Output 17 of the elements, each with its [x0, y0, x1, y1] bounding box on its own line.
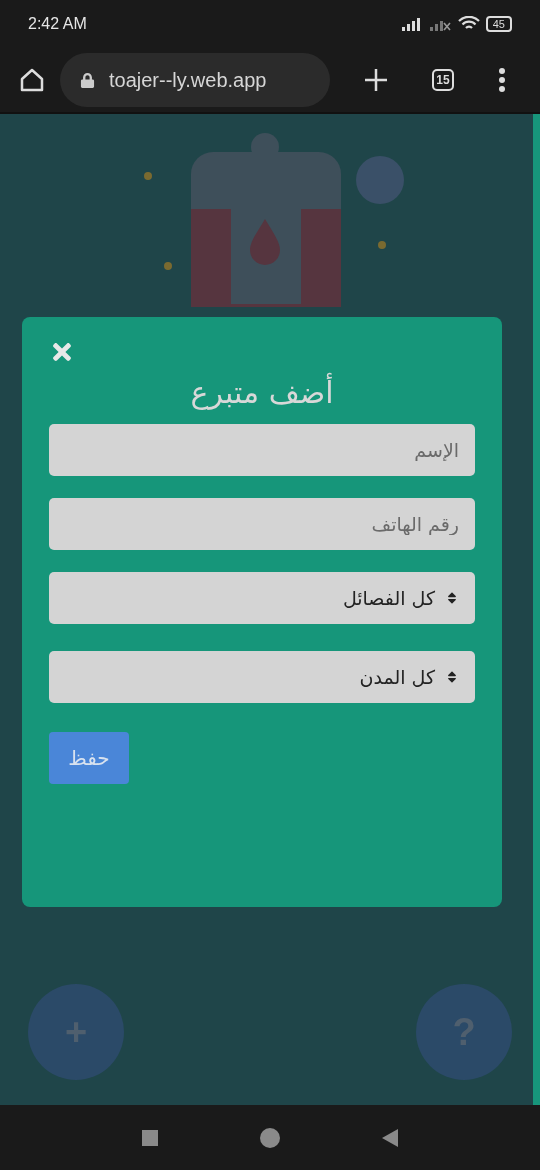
- recents-icon[interactable]: [142, 1129, 158, 1146]
- sort-icon: [445, 670, 459, 684]
- select-field[interactable]: كل الفصائل: [49, 572, 475, 624]
- address-bar[interactable]: toajer--ly.web.app: [60, 53, 330, 107]
- status-time: 2:42 AM: [28, 15, 87, 33]
- input-field[interactable]: رقم الهاتف: [49, 498, 475, 550]
- tab-count-button[interactable]: 15: [432, 69, 454, 91]
- sort-icon: [445, 591, 459, 605]
- home-icon[interactable]: [258, 1125, 282, 1150]
- back-icon[interactable]: [382, 1128, 398, 1147]
- home-button[interactable]: [18, 66, 46, 94]
- input-field[interactable]: الإسم: [49, 424, 475, 476]
- lock-icon: [80, 72, 95, 88]
- select-field[interactable]: كل المدن: [49, 651, 475, 703]
- battery-icon: 45: [485, 16, 512, 32]
- menu-button[interactable]: [498, 68, 506, 92]
- new-tab-button[interactable]: [364, 68, 388, 92]
